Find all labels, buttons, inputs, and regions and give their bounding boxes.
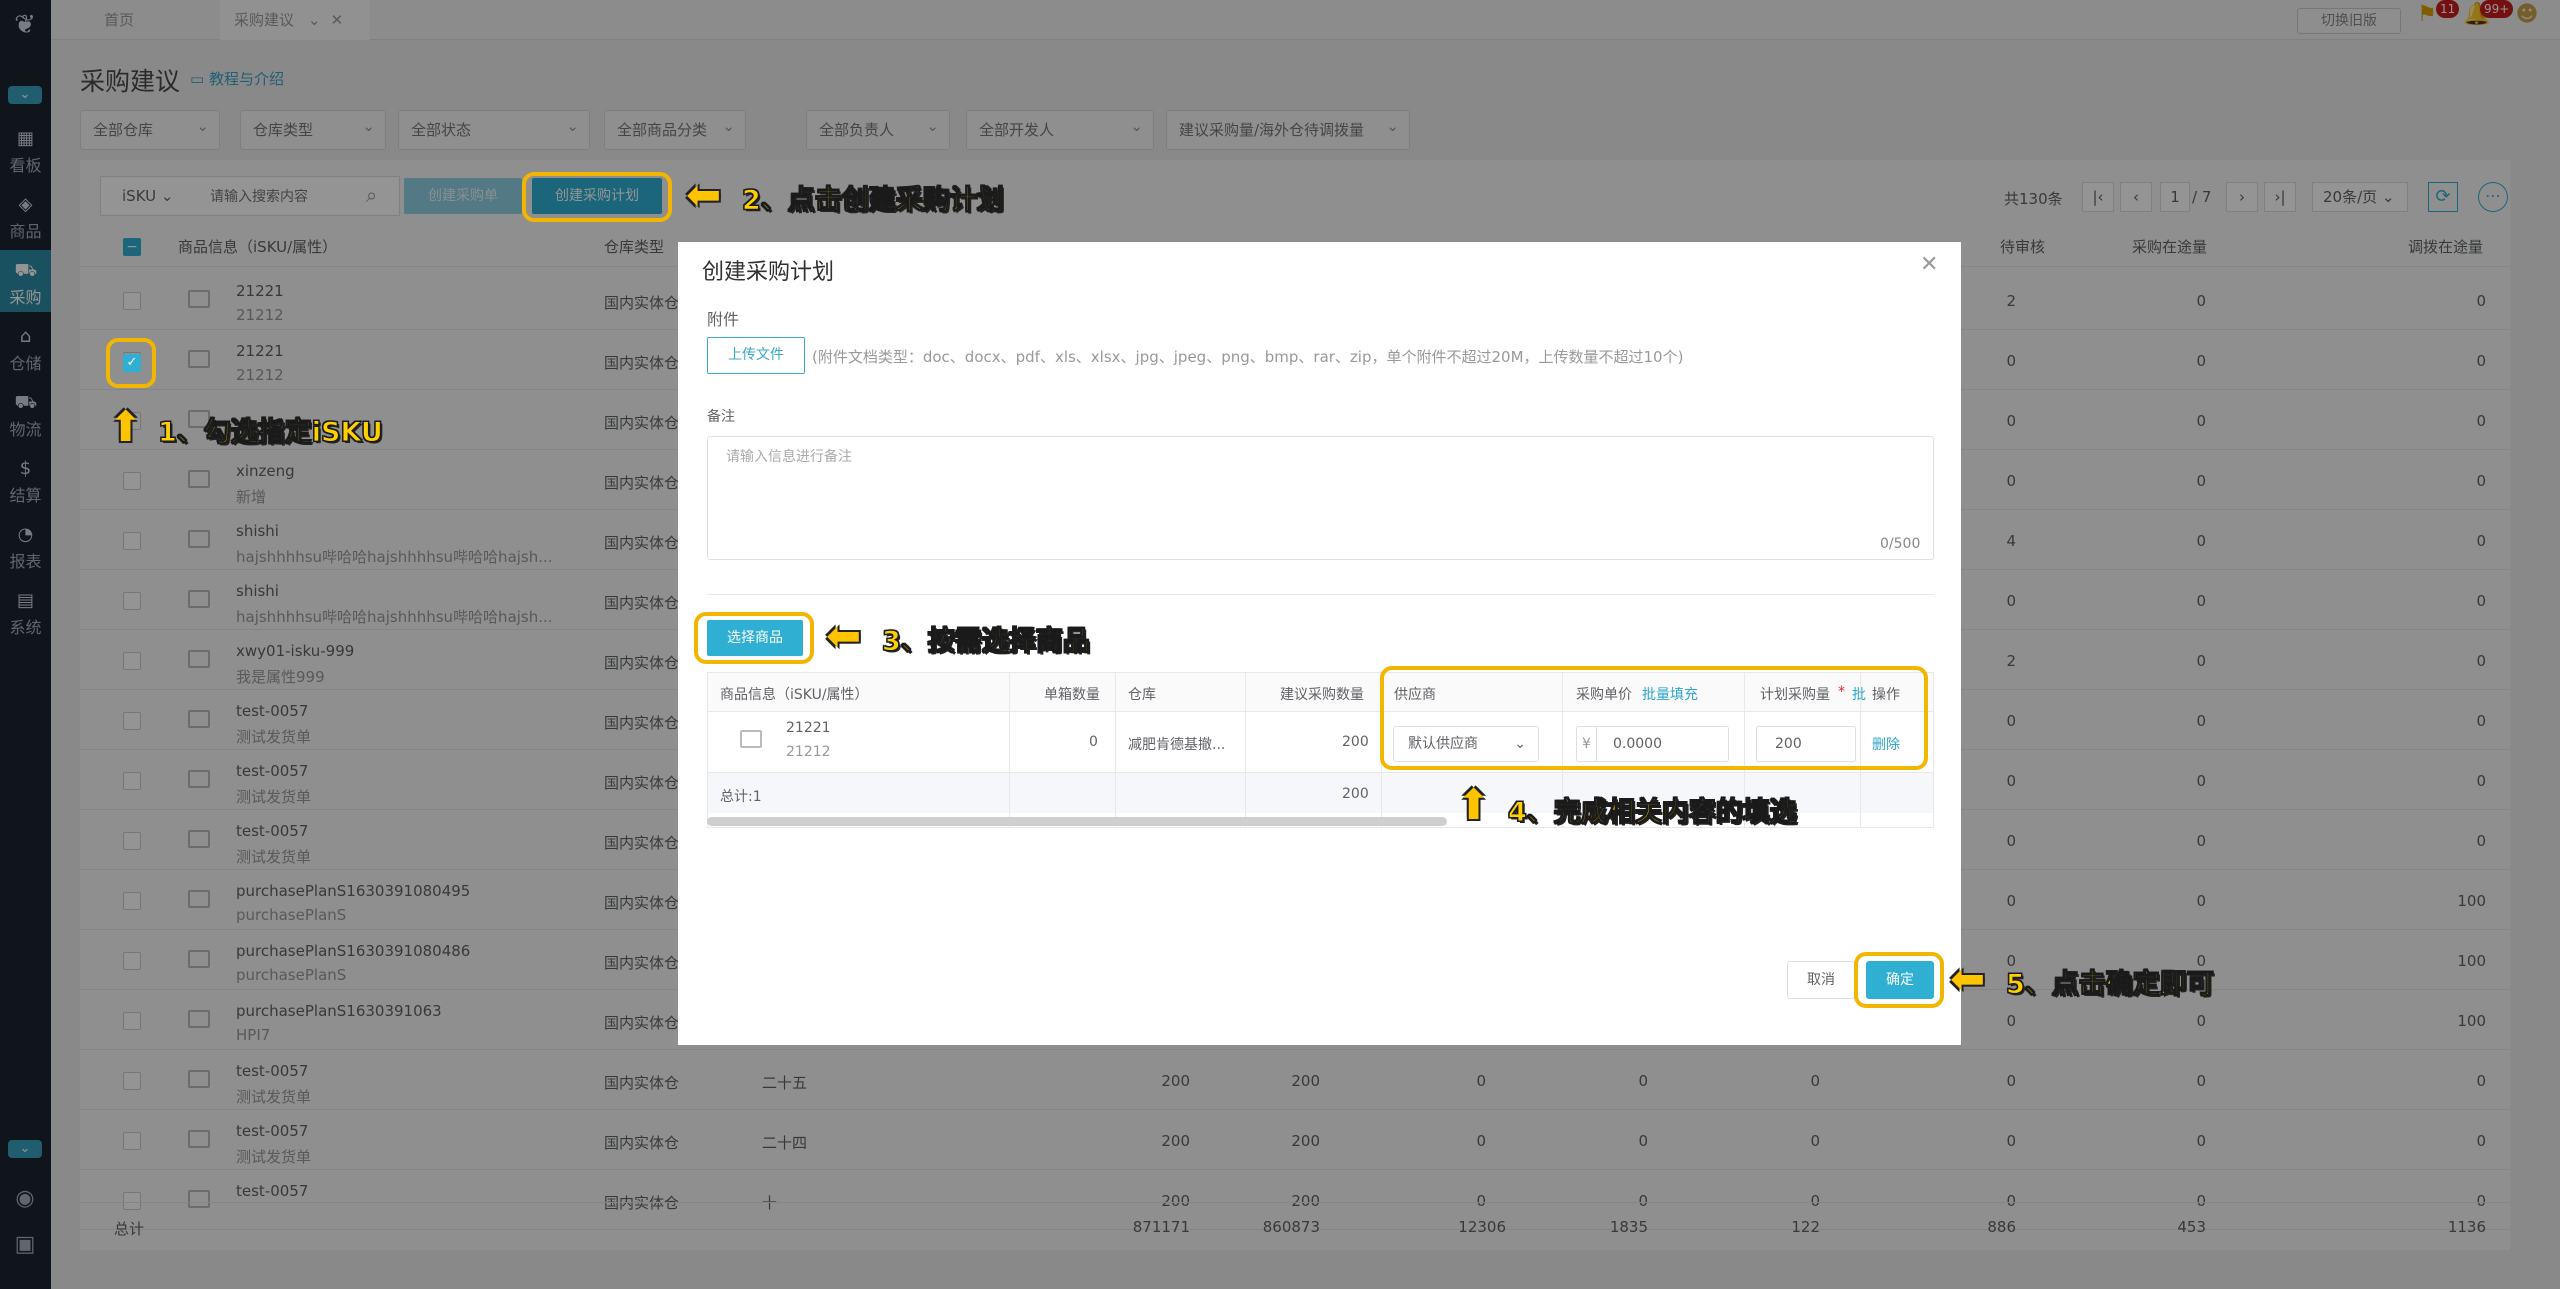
remark-placeholder: 请输入信息进行备注 bbox=[726, 449, 852, 465]
note-step-2: 2、点击创建采购计划 bbox=[742, 185, 1005, 217]
upload-file-button[interactable]: 上传文件 bbox=[707, 337, 805, 374]
goods-total-suggest: 200 bbox=[1342, 786, 1369, 802]
highlight-confirm bbox=[1854, 952, 1944, 1008]
arrow-left-icon: ⬅ bbox=[826, 611, 862, 660]
remark-label: 备注 bbox=[707, 409, 735, 425]
note-step-5: 5、点击确定即可 bbox=[2006, 969, 2215, 1001]
note-step-3: 3、按需选择商品 bbox=[882, 626, 1091, 658]
dialog-title: 创建采购计划 bbox=[702, 260, 835, 285]
arrow-left-icon: ⬅ bbox=[1950, 954, 1986, 1003]
cancel-button[interactable]: 取消 bbox=[1787, 961, 1855, 999]
highlight-create-plan bbox=[522, 172, 672, 222]
goods-total-label: 总计:1 bbox=[720, 789, 762, 805]
mcol-warehouse: 仓库 bbox=[1128, 687, 1156, 703]
highlight-fill-fields bbox=[1380, 666, 1928, 770]
remark-counter: 0/500 bbox=[1880, 536, 1921, 552]
note-step-1: 1、勾选指定iSKU bbox=[158, 417, 384, 449]
arrow-up-icon: ⬆ bbox=[108, 402, 144, 451]
highlight-select-goods bbox=[694, 612, 814, 664]
close-icon[interactable]: ✕ bbox=[1920, 252, 1938, 277]
note-step-4: 4、完成相关内容的填选 bbox=[1508, 797, 1798, 829]
arrow-up-icon: ⬆ bbox=[1456, 780, 1492, 829]
image-placeholder-icon bbox=[740, 730, 762, 748]
warehouse-name: 减肥肯德基撤... bbox=[1128, 737, 1226, 753]
col-line bbox=[1009, 672, 1010, 827]
mcol-box-qty: 单箱数量 bbox=[1044, 687, 1100, 703]
box-qty: 0 bbox=[1089, 734, 1098, 750]
mcol-suggest: 建议采购数量 bbox=[1280, 687, 1364, 703]
arrow-left-icon: ⬅ bbox=[686, 170, 722, 219]
attachment-label: 附件 bbox=[707, 310, 740, 329]
col-line bbox=[1245, 672, 1246, 827]
goods-name: 21221 bbox=[786, 720, 831, 736]
col-line bbox=[1115, 672, 1116, 827]
mcol-goods: 商品信息（iSKU/属性） bbox=[720, 687, 869, 703]
goods-row-line bbox=[707, 772, 1934, 773]
upload-hint: (附件文档类型：doc、docx、pdf、xls、xlsx、jpg、jpeg、p… bbox=[812, 348, 1684, 366]
goods-attr: 21212 bbox=[786, 744, 831, 760]
modal-divider bbox=[707, 594, 1934, 595]
remark-textarea[interactable] bbox=[707, 436, 1934, 560]
suggest-qty: 200 bbox=[1342, 734, 1369, 750]
horizontal-scrollbar[interactable] bbox=[707, 817, 1447, 826]
row-checkbox-checked[interactable]: ✓ bbox=[123, 354, 141, 372]
